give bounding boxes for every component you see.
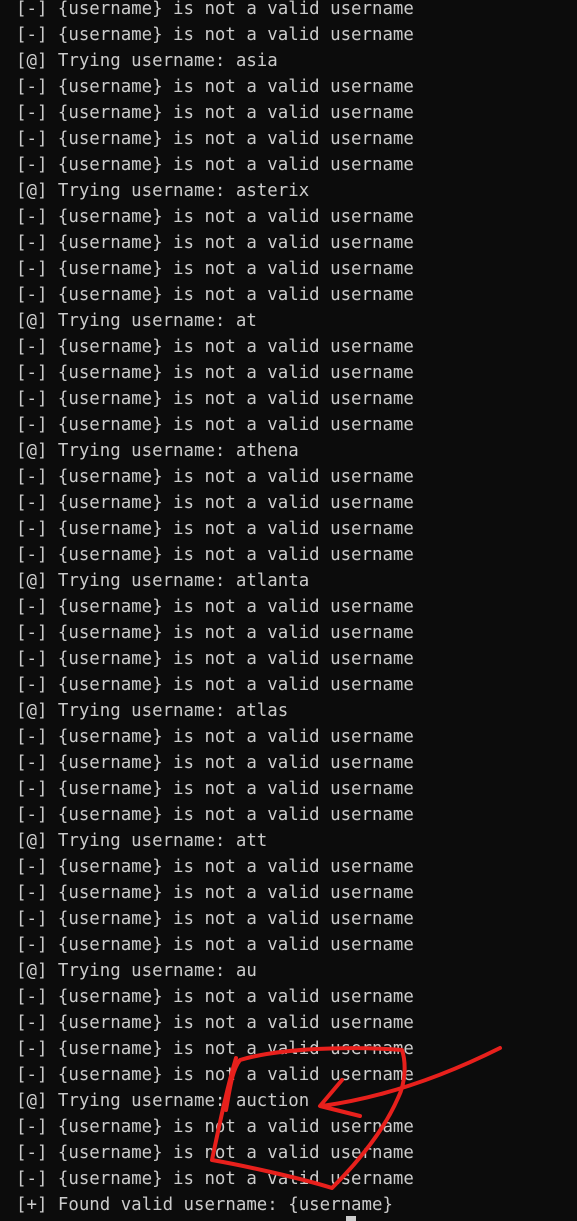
output-line: [-] {username} is not a valid username [16,883,414,903]
output-line: [-] {username} is not a valid username [16,597,414,617]
output-line: [-] {username} is not a valid username [16,415,414,435]
terminal-output: [-] {username} is not a valid username [… [16,0,414,1218]
output-line: [-] {username} is not a valid username [16,363,414,383]
output-line: [@] Trying username: asterix [16,181,310,201]
output-line: [-] {username} is not a valid username [16,493,414,513]
output-line: [-] {username} is not a valid username [16,519,414,539]
output-line: [-] {username} is not a valid username [16,207,414,227]
output-line: [@] Trying username: atlanta [16,571,310,591]
output-line: [-] {username} is not a valid username [16,103,414,123]
output-line: [-] {username} is not a valid username [16,935,414,955]
output-line: [-] {username} is not a valid username [16,857,414,877]
output-line: [-] {username} is not a valid username [16,545,414,565]
output-line: [-] {username} is not a valid username [16,1143,414,1163]
output-line: [@] Trying username: au [16,961,257,981]
output-line: [-] {username} is not a valid username [16,389,414,409]
output-line: [-] {username} is not a valid username [16,259,414,279]
output-line: [-] {username} is not a valid username [16,155,414,175]
output-line: [-] {username} is not a valid username [16,987,414,1007]
output-line: [-] {username} is not a valid username [16,1117,414,1137]
output-line: [-] {username} is not a valid username [16,675,414,695]
output-line: [-] {username} is not a valid username [16,77,414,97]
output-line: [-] {username} is not a valid username [16,649,414,669]
output-line: [-] {username} is not a valid username [16,467,414,487]
output-line: [@] Trying username: asia [16,51,278,71]
output-line: [@] Trying username: athena [16,441,299,461]
output-line: [-] {username} is not a valid username [16,0,414,19]
output-line: [-] {username} is not a valid username [16,779,414,799]
output-line: [-] {username} is not a valid username [16,1013,414,1033]
output-line: [+] Found valid username: {username} [16,1195,393,1215]
output-line: [-] {username} is not a valid username [16,623,414,643]
terminal-window[interactable]: [-] {username} is not a valid username [… [0,0,577,1221]
output-line: [-] {username} is not a valid username [16,909,414,929]
output-line: [@] Trying username: at [16,311,257,331]
output-line: [-] {username} is not a valid username [16,753,414,773]
output-line: [@] Trying username: atlas [16,701,289,721]
output-line: [-] {username} is not a valid username [16,1169,414,1189]
output-line: [-] {username} is not a valid username [16,285,414,305]
output-line: [-] {username} is not a valid username [16,727,414,747]
output-line: [-] {username} is not a valid username [16,805,414,825]
output-line: [-] {username} is not a valid username [16,25,414,45]
output-line: [@] Trying username: auction [16,1091,310,1111]
text-cursor [346,1216,356,1221]
output-line: [-] {username} is not a valid username [16,129,414,149]
output-line: [-] {username} is not a valid username [16,1065,414,1085]
output-line: [-] {username} is not a valid username [16,337,414,357]
output-line: [-] {username} is not a valid username [16,1039,414,1059]
output-line: [-] {username} is not a valid username [16,233,414,253]
output-line: [@] Trying username: att [16,831,268,851]
